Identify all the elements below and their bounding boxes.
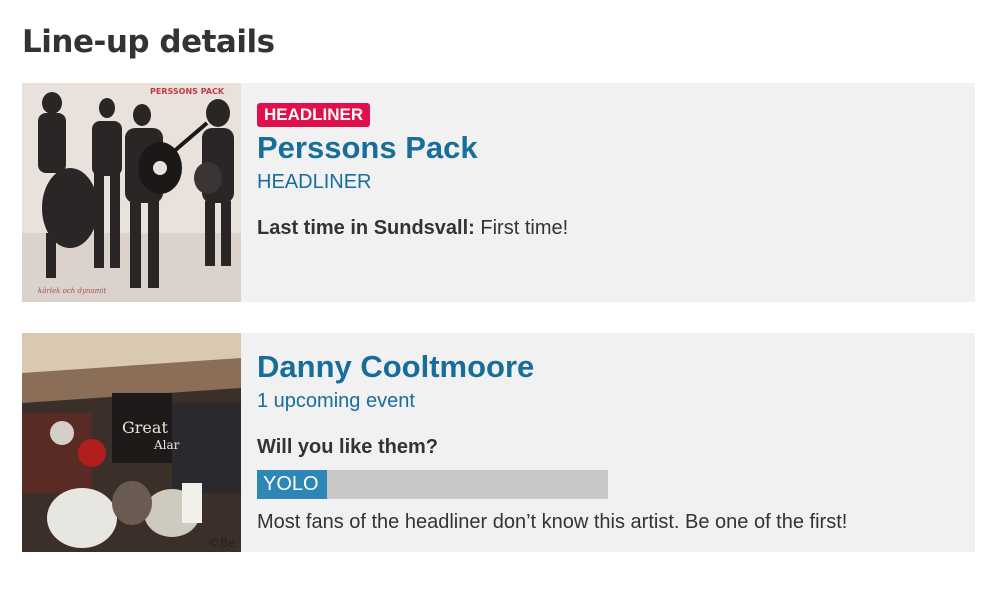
sign-text-2: Alar xyxy=(153,438,180,452)
artist-card-danny-cooltmoore: Great Alar ©Be Danny Cooltmoore 1 upcomi… xyxy=(22,333,975,552)
artist-image[interactable]: Great Alar ©Be xyxy=(22,333,241,552)
artist-name-link[interactable]: Danny Cooltmoore xyxy=(257,349,534,385)
like-question: Will you like them? xyxy=(257,436,438,458)
last-time-info: Last time in Sundsvall: First time! xyxy=(257,217,568,240)
headliner-badge: HEADLINER xyxy=(257,103,371,127)
artist-name-link[interactable]: Perssons Pack xyxy=(257,130,478,166)
affinity-label: YOLO xyxy=(263,473,319,495)
artist-photo-illustration: Great Alar ©Be xyxy=(22,333,241,552)
sign-text: Great xyxy=(122,418,168,437)
upcoming-events-link[interactable]: 1 upcoming event xyxy=(257,390,415,413)
photo-credit-text: ©Be xyxy=(208,536,236,550)
last-time-value: First time! xyxy=(480,217,569,239)
artist-image[interactable]: PERSSONS PACK kärlek och dynamit xyxy=(22,83,241,302)
affinity-note: Most fans of the headliner don’t know th… xyxy=(257,511,848,533)
last-time-label: Last time in Sundsvall: xyxy=(257,217,475,239)
cover-title-text: PERSSONS PACK xyxy=(150,87,225,96)
page-title: Line-up details xyxy=(22,24,275,60)
cover-subtitle-text: kärlek och dynamit xyxy=(38,287,106,295)
album-cover-illustration: PERSSONS PACK kärlek och dynamit xyxy=(22,83,241,302)
artist-subline-link[interactable]: HEADLINER xyxy=(257,171,371,194)
affinity-bar: YOLO xyxy=(257,470,608,499)
artist-card-perssons-pack: PERSSONS PACK kärlek och dynamit HEADLIN… xyxy=(22,83,975,302)
